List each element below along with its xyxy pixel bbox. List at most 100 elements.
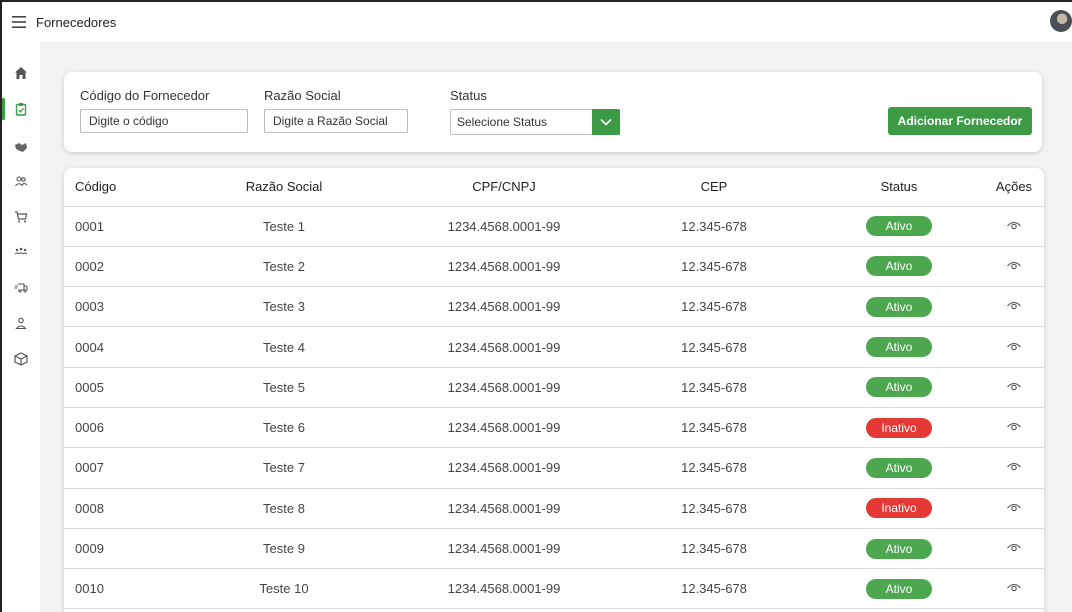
page-title: Fornecedores bbox=[36, 14, 117, 30]
hamburger-icon bbox=[12, 16, 26, 28]
status-badge: Ativo bbox=[866, 256, 932, 277]
cell-status: Inativo bbox=[804, 488, 994, 529]
cell-status: Ativo bbox=[804, 528, 994, 570]
cell-codigo: 0002 bbox=[64, 246, 184, 288]
cell-status: Ativo bbox=[804, 568, 994, 610]
table-row: 0001 Teste 1 1234.4568.0001-99 12.345-678 At… bbox=[64, 206, 1044, 247]
cell-cnpj: 1234.4568.0001-99 bbox=[384, 407, 624, 449]
eye-icon bbox=[1007, 503, 1021, 511]
table-row: 0005 Teste 5 1234.4568.0001-99 12.345-678 At… bbox=[64, 367, 1044, 408]
sidebar-item-fornecedores[interactable] bbox=[2, 96, 40, 122]
status-badge: Ativo bbox=[866, 578, 932, 599]
view-button[interactable] bbox=[1006, 259, 1022, 271]
cell-razao: Teste 5 bbox=[184, 367, 384, 408]
status-badge: Inativo bbox=[866, 498, 932, 519]
codigo-input[interactable] bbox=[80, 109, 248, 133]
box-icon bbox=[14, 352, 28, 366]
status-select[interactable]: Selecione Status bbox=[450, 109, 620, 135]
status-dropdown-toggle[interactable] bbox=[592, 109, 620, 135]
sidebar-item-produtos[interactable] bbox=[2, 346, 40, 372]
sidebar-item-clientes[interactable] bbox=[2, 168, 40, 194]
codigo-filter: Código do Fornecedor bbox=[80, 88, 248, 133]
sidebar-item-entregas[interactable] bbox=[2, 274, 40, 300]
cell-cep: 12.345-678 bbox=[624, 447, 804, 489]
add-supplier-button[interactable]: Adicionar Fornecedor bbox=[888, 107, 1032, 135]
cell-status: Ativo bbox=[804, 367, 994, 408]
cell-acoes bbox=[994, 528, 1044, 570]
users-icon bbox=[15, 176, 28, 187]
cell-razao: Teste 3 bbox=[184, 286, 384, 328]
cell-razao: Teste 10 bbox=[184, 568, 384, 610]
sidebar-item-parceiros[interactable] bbox=[2, 134, 40, 160]
view-button[interactable] bbox=[1006, 340, 1022, 352]
status-badge: Ativo bbox=[866, 216, 932, 237]
cart-icon bbox=[15, 211, 28, 223]
cell-acoes bbox=[994, 206, 1044, 247]
cell-cnpj: 1234.4568.0001-99 bbox=[384, 326, 624, 368]
menu-button[interactable] bbox=[2, 2, 36, 42]
avatar[interactable] bbox=[1050, 10, 1072, 32]
cell-status: Ativo bbox=[804, 447, 994, 489]
cell-codigo: 0008 bbox=[64, 488, 184, 529]
cell-status: Ativo bbox=[804, 206, 994, 247]
cell-cep: 12.345-678 bbox=[624, 326, 804, 368]
view-button[interactable] bbox=[1006, 581, 1022, 593]
view-button[interactable] bbox=[1006, 501, 1022, 513]
team-icon bbox=[14, 247, 28, 255]
sidebar-item-home[interactable] bbox=[2, 60, 40, 86]
status-badge: Ativo bbox=[866, 538, 932, 559]
cell-razao: Teste 1 bbox=[184, 206, 384, 247]
table-row: 0003 Teste 3 1234.4568.0001-99 12.345-678 At… bbox=[64, 286, 1044, 328]
status-badge: Ativo bbox=[866, 296, 932, 317]
cell-acoes bbox=[994, 246, 1044, 288]
user-icon bbox=[15, 317, 27, 330]
cell-codigo: 0004 bbox=[64, 326, 184, 368]
chevron-down-icon bbox=[600, 118, 612, 126]
table-body: 0001 Teste 1 1234.4568.0001-99 12.345-678 At… bbox=[64, 206, 1044, 610]
cell-cep: 12.345-678 bbox=[624, 206, 804, 247]
header-codigo: Código bbox=[64, 168, 184, 207]
eye-icon bbox=[1007, 221, 1021, 229]
home-icon bbox=[15, 67, 27, 79]
table-header-row: Código Razão Social CPF/CNPJ CEP Status … bbox=[64, 168, 1044, 207]
cell-razao: Teste 6 bbox=[184, 407, 384, 449]
status-label: Status bbox=[450, 88, 487, 103]
eye-icon bbox=[1007, 463, 1021, 471]
eye-icon bbox=[1007, 584, 1021, 592]
cell-cep: 12.345-678 bbox=[624, 367, 804, 408]
cell-acoes bbox=[994, 488, 1044, 529]
clipboard-icon bbox=[15, 103, 27, 116]
cell-status: Ativo bbox=[804, 326, 994, 368]
cell-cnpj: 1234.4568.0001-99 bbox=[384, 367, 624, 408]
header-razao: Razão Social bbox=[184, 168, 384, 207]
cell-cep: 12.345-678 bbox=[624, 568, 804, 610]
cell-cnpj: 1234.4568.0001-99 bbox=[384, 206, 624, 247]
cell-acoes bbox=[994, 367, 1044, 408]
razao-input[interactable] bbox=[264, 109, 408, 133]
view-button[interactable] bbox=[1006, 460, 1022, 472]
cell-status: Ativo bbox=[804, 246, 994, 288]
cell-acoes bbox=[994, 326, 1044, 368]
view-button[interactable] bbox=[1006, 380, 1022, 392]
cell-status: Ativo bbox=[804, 286, 994, 328]
view-button[interactable] bbox=[1006, 299, 1022, 311]
view-button[interactable] bbox=[1006, 219, 1022, 231]
cell-razao: Teste 9 bbox=[184, 528, 384, 570]
cell-cep: 12.345-678 bbox=[624, 286, 804, 328]
suppliers-table: Código Razão Social CPF/CNPJ CEP Status … bbox=[64, 168, 1044, 610]
cell-cnpj: 1234.4568.0001-99 bbox=[384, 528, 624, 570]
cell-acoes bbox=[994, 407, 1044, 449]
status-badge: Ativo bbox=[866, 377, 932, 398]
eye-icon bbox=[1007, 261, 1021, 270]
status-select-value: Selecione Status bbox=[457, 115, 548, 129]
sidebar-item-compras[interactable] bbox=[2, 204, 40, 230]
cell-cep: 12.345-678 bbox=[624, 528, 804, 570]
cell-cnpj: 1234.4568.0001-99 bbox=[384, 246, 624, 288]
view-button[interactable] bbox=[1006, 420, 1022, 432]
sidebar-item-equipe[interactable] bbox=[2, 238, 40, 264]
sidebar-item-usuario[interactable] bbox=[2, 310, 40, 336]
cell-razao: Teste 2 bbox=[184, 246, 384, 288]
app-window: Fornecedores Código do Fornecedor Digite… bbox=[0, 0, 1072, 612]
cell-cep: 12.345-678 bbox=[624, 488, 804, 529]
view-button[interactable] bbox=[1006, 541, 1022, 553]
